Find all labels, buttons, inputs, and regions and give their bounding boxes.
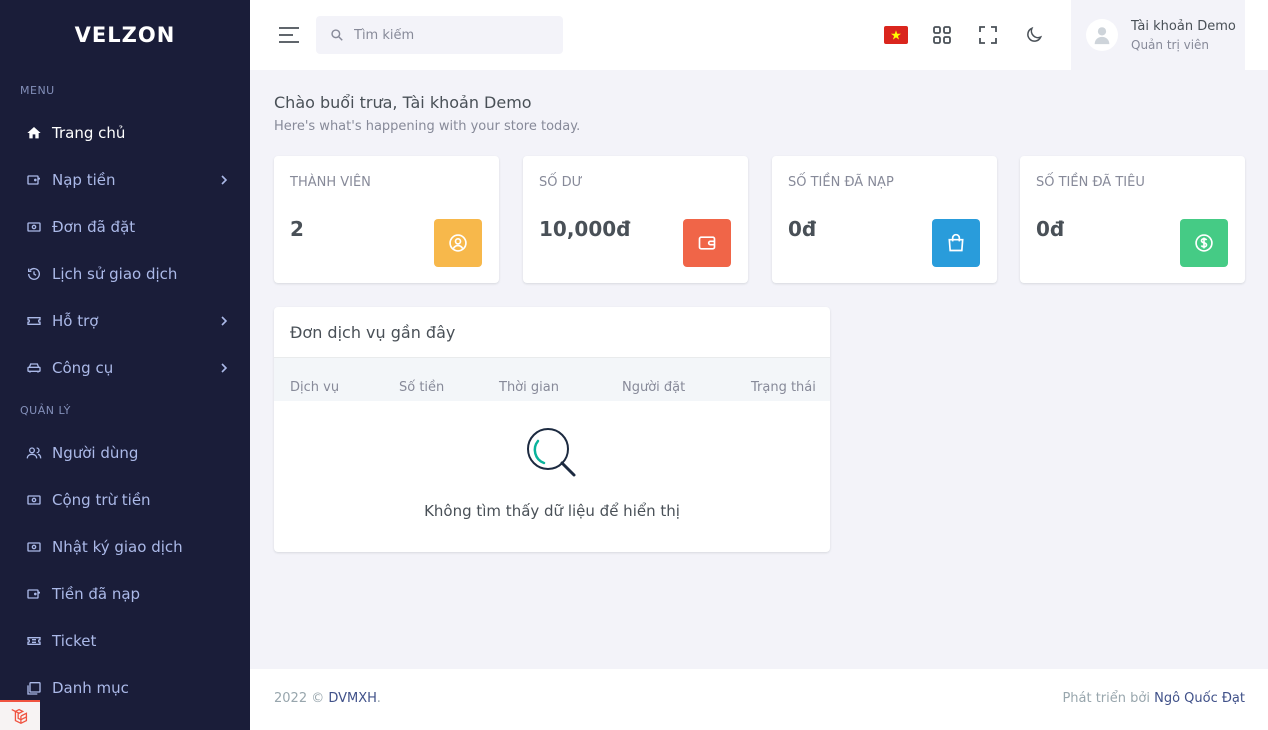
sidebar-item-home[interactable]: Trang chủ xyxy=(0,109,250,156)
laravel-debugbar-icon[interactable] xyxy=(0,700,40,730)
stat-card-deposited: SỐ TIỀN ĐÃ NẠP 0đ xyxy=(772,156,997,283)
history-icon xyxy=(25,265,43,283)
brand-name: VELZON xyxy=(74,23,176,47)
sidebar-item-label: Công cụ xyxy=(52,358,114,377)
sidebar-item-label: Nhật ký giao dịch xyxy=(52,537,183,556)
menu-section-title: QUẢN LÝ xyxy=(20,403,71,417)
sidebar-item-label: Người dùng xyxy=(52,443,139,462)
sidebar-item-label: Ticket xyxy=(52,631,97,650)
menu-section-title: MENU xyxy=(20,83,55,97)
user-circle-icon xyxy=(434,219,482,267)
sidebar-item-label: Trang chủ xyxy=(52,123,126,142)
user-role: Quản trị viên xyxy=(1131,37,1210,52)
money-icon xyxy=(25,538,43,556)
sidebar-item-label: Hỗ trợ xyxy=(52,311,99,330)
column-header-status[interactable]: Trạng thái xyxy=(751,380,816,395)
recent-orders-card: Đơn dịch vụ gần đây Dịch vụ Số tiền Thời… xyxy=(274,307,830,552)
car-icon xyxy=(25,359,43,377)
sidebar-item-users[interactable]: Người dùng xyxy=(0,429,250,476)
sidebar-item-label: Cộng trừ tiền xyxy=(52,490,151,509)
ticket-icon xyxy=(25,312,43,330)
page-subtitle: Here's what's happening with your store … xyxy=(274,119,581,134)
home-icon xyxy=(25,124,43,142)
stat-card-members: THÀNH VIÊN 2 xyxy=(274,156,499,283)
stat-label: SỐ TIỀN ĐÃ NẠP xyxy=(788,175,894,190)
folder-icon xyxy=(25,679,43,697)
sidebar-item-ticket[interactable]: Ticket xyxy=(0,617,250,664)
search-empty-icon xyxy=(527,428,576,477)
sidebar-item-adjust-balance[interactable]: Cộng trừ tiền xyxy=(0,476,250,523)
column-header-time[interactable]: Thời gian xyxy=(499,380,559,395)
dollar-circle-icon xyxy=(1180,219,1228,267)
footer-site-link[interactable]: DVMXH xyxy=(328,691,376,706)
stat-label: SỐ TIỀN ĐÃ TIÊU xyxy=(1036,175,1145,190)
sidebar-item-label: Đơn đã đặt xyxy=(52,217,136,236)
wallet-icon xyxy=(683,219,731,267)
wallet-add-icon xyxy=(25,585,43,603)
users-icon xyxy=(25,444,43,462)
column-header-amount[interactable]: Số tiền xyxy=(399,380,444,395)
stat-value: 10,000đ xyxy=(539,217,631,241)
stat-card-spent: SỐ TIỀN ĐÃ TIÊU 0đ xyxy=(1020,156,1245,283)
chevron-right-icon xyxy=(221,315,228,326)
footer-dev-link[interactable]: Ngô Quốc Đạt xyxy=(1154,691,1245,706)
money-icon xyxy=(25,491,43,509)
search-icon xyxy=(331,29,343,41)
chevron-right-icon xyxy=(221,174,228,185)
shopping-bag-icon xyxy=(932,219,980,267)
stat-card-balance: SỐ DƯ 10,000đ xyxy=(523,156,748,283)
sidebar-item-orders[interactable]: Đơn đã đặt xyxy=(0,203,250,250)
footer-credits: Phát triển bởi Ngô Quốc Đạt xyxy=(1062,691,1245,706)
fullscreen-icon[interactable] xyxy=(976,23,1000,47)
money-icon xyxy=(25,218,43,236)
search-input[interactable] xyxy=(354,27,554,43)
stat-label: SỐ DƯ xyxy=(539,175,583,190)
brand-logo[interactable]: VELZON xyxy=(0,0,250,70)
sidebar-item-deposited[interactable]: Tiền đã nạp xyxy=(0,570,250,617)
empty-state xyxy=(274,425,830,489)
sidebar-item-tools[interactable]: Công cụ xyxy=(0,344,250,391)
avatar xyxy=(1086,19,1118,51)
empty-state-text: Không tìm thấy dữ liệu để hiển thị xyxy=(424,502,680,520)
column-header-service[interactable]: Dịch vụ xyxy=(290,380,339,395)
dark-mode-moon-icon[interactable] xyxy=(1022,23,1046,47)
stat-value: 0đ xyxy=(788,217,817,241)
menu-toggle-icon[interactable] xyxy=(278,25,300,45)
vietnam-flag-icon[interactable] xyxy=(884,23,908,47)
topbar: Tài khoản Demo Quản trị viên xyxy=(250,0,1268,70)
footer-dot: . xyxy=(376,691,381,706)
ticket-icon xyxy=(25,632,43,650)
stat-label: THÀNH VIÊN xyxy=(290,175,371,190)
sidebar-item-transaction-log[interactable]: Nhật ký giao dịch xyxy=(0,523,250,570)
sidebar-item-label: Lịch sử giao dịch xyxy=(52,264,178,283)
apps-grid-icon[interactable] xyxy=(930,23,954,47)
sidebar-item-label: Nạp tiền xyxy=(52,170,116,189)
user-menu[interactable]: Tài khoản Demo Quản trị viên xyxy=(1071,0,1245,70)
footer-year: 2022 © xyxy=(274,691,325,706)
page-greeting: Chào buổi trưa, Tài khoản Demo xyxy=(274,93,532,112)
search-box xyxy=(316,16,563,54)
sidebar-item-support[interactable]: Hỗ trợ xyxy=(0,297,250,344)
stat-value: 0đ xyxy=(1036,217,1065,241)
wallet-add-icon xyxy=(25,171,43,189)
stat-value: 2 xyxy=(290,217,304,241)
user-name: Tài khoản Demo xyxy=(1131,18,1236,34)
sidebar-item-transaction-history[interactable]: Lịch sử giao dịch xyxy=(0,250,250,297)
column-header-customer[interactable]: Người đặt xyxy=(622,380,685,395)
sidebar: VELZON MENU Trang chủ Nạp tiền Đơn đã đặ… xyxy=(0,0,250,730)
footer-dev-prefix: Phát triển bởi xyxy=(1062,691,1150,706)
sidebar-item-label: Danh mục xyxy=(52,678,129,697)
recent-orders-title: Đơn dịch vụ gần đây xyxy=(274,307,830,358)
chevron-right-icon xyxy=(221,362,228,373)
footer: 2022 © DVMXH. Phát triển bởi Ngô Quốc Đạ… xyxy=(250,669,1268,730)
footer-copyright: 2022 © DVMXH. xyxy=(274,691,381,706)
sidebar-item-deposit[interactable]: Nạp tiền xyxy=(0,156,250,203)
sidebar-item-label: Tiền đã nạp xyxy=(52,584,141,603)
